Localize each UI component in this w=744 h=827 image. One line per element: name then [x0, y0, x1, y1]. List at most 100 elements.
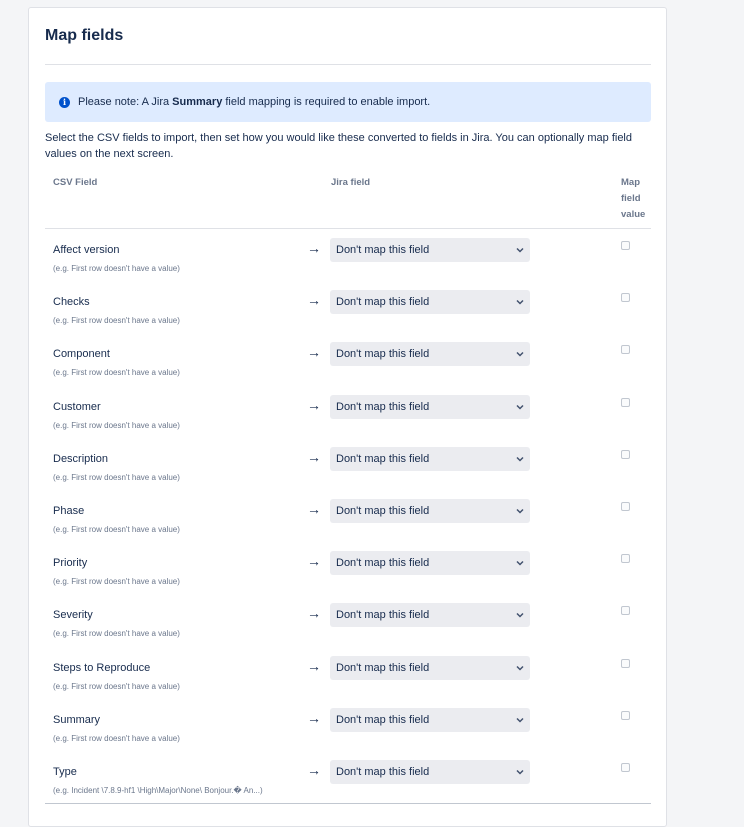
arrow-right-icon: →	[307, 396, 321, 413]
map-field-value-checkbox[interactable]	[621, 449, 630, 459]
mapping-row: Severity (e.g. First row doesn't have a v…	[45, 603, 651, 660]
map-field-value-checkbox[interactable]	[621, 241, 630, 250]
csv-field-name: Steps to Reproduce	[53, 661, 151, 674]
csv-field-example: (e.g. First row doesn't have a value)	[53, 577, 180, 587]
chevron-down-icon	[513, 400, 527, 414]
chevron-down-icon	[513, 452, 527, 466]
csv-field-name: Affect version	[53, 244, 120, 256]
map-field-value-checkbox[interactable]	[621, 345, 630, 355]
chevron-down-icon	[513, 661, 527, 675]
jira-field-select[interactable]: Don't map this field	[330, 655, 530, 680]
map-field-value-checkbox[interactable]	[621, 397, 630, 407]
arrow-right-icon: →	[307, 605, 321, 622]
map-field-value-checkbox[interactable]	[621, 763, 630, 772]
jira-field-select[interactable]: Don't map this field	[330, 499, 530, 523]
mapping-row: Description (e.g. First row doesn't have …	[45, 446, 651, 504]
jira-field-select-value: Don't map this field	[336, 713, 430, 726]
jira-field-select-value: Don't map this field	[336, 400, 430, 413]
csv-field-example: (e.g. Incident \7.8.9-hf1 \High\Major\No…	[53, 786, 263, 795]
chevron-down-icon	[513, 295, 527, 309]
arrow-right-icon: →	[307, 657, 321, 674]
column-header-jira-field: Jira field	[331, 177, 371, 188]
mapping-row: Component (e.g. First row doesn't have a …	[45, 342, 651, 399]
jira-field-select-value: Don't map this field	[336, 766, 430, 778]
arrow-right-icon: →	[307, 292, 321, 309]
map-fields-panel: Map fields i Please note: A Jira Summary…	[28, 7, 667, 827]
jira-field-select[interactable]: Don't map this field	[330, 394, 530, 419]
map-field-value-checkbox[interactable]	[621, 710, 630, 720]
csv-field-example: (e.g. First row doesn't have a value)	[53, 733, 180, 743]
jira-field-select-value: Don't map this field	[336, 348, 430, 361]
csv-field-name: Description	[53, 452, 109, 465]
arrow-right-icon: →	[307, 501, 321, 517]
arrow-right-icon: →	[307, 762, 321, 778]
map-field-value-checkbox[interactable]	[621, 293, 630, 303]
header-divider	[45, 228, 651, 229]
arrow-right-icon: →	[307, 344, 321, 361]
jira-field-select-value: Don't map this field	[336, 296, 430, 309]
jira-field-select-value: Don't map this field	[336, 244, 430, 256]
mapping-row: Phase (e.g. First row doesn't have a valu…	[45, 499, 651, 556]
arrow-right-icon: →	[307, 709, 321, 726]
csv-field-example: (e.g. First row doesn't have a value)	[53, 629, 180, 639]
mapping-row: Type (e.g. Incident \7.8.9-hf1 \High\Majo…	[45, 760, 651, 817]
column-header-map-field-value: Map field value	[621, 177, 646, 220]
notice-bold: Summary	[172, 96, 223, 108]
map-field-value-checkbox[interactable]	[621, 658, 630, 668]
chevron-down-icon	[513, 556, 527, 570]
chevron-down-icon	[513, 765, 527, 779]
mapping-row: Steps to Reproduce (e.g. First row doesn'…	[45, 655, 651, 713]
csv-field-example: (e.g. First row doesn't have a value)	[53, 472, 180, 482]
jira-field-select[interactable]: Don't map this field	[330, 760, 530, 784]
column-header-csv-field: CSV Field	[53, 177, 98, 188]
page-title: Map fields	[45, 27, 124, 44]
csv-field-name: Summary	[53, 713, 101, 726]
csv-field-name: Severity	[53, 609, 93, 622]
csv-field-name: Checks	[53, 296, 90, 309]
csv-field-example: (e.g. First row doesn't have a value)	[53, 316, 180, 326]
jira-field-select-value: Don't map this field	[336, 609, 430, 622]
csv-field-example: (e.g. First row doesn't have a value)	[53, 264, 180, 273]
title-divider	[45, 64, 651, 65]
jira-field-select-value: Don't map this field	[336, 452, 430, 465]
chevron-down-icon	[513, 243, 527, 257]
mapping-row: Summary (e.g. First row doesn't have a va…	[45, 707, 651, 765]
csv-field-example: (e.g. First row doesn't have a value)	[53, 368, 180, 378]
chevron-down-icon	[513, 347, 527, 361]
arrow-right-icon: →	[307, 240, 321, 256]
arrow-right-icon: →	[307, 553, 321, 570]
jira-field-select-value: Don't map this field	[336, 505, 430, 517]
info-icon: i	[59, 96, 70, 108]
intro-text: Select the CSV fields to import, then se…	[45, 132, 632, 160]
csv-field-name: Component	[53, 348, 110, 361]
mapping-row: Checks (e.g. First row doesn't have a val…	[45, 290, 651, 347]
csv-field-example: (e.g. First row doesn't have a value)	[53, 681, 180, 691]
csv-field-example: (e.g. First row doesn't have a value)	[53, 525, 180, 534]
jira-field-select[interactable]: Don't map this field	[330, 446, 530, 471]
map-field-value-checkbox[interactable]	[621, 606, 630, 616]
chevron-down-icon	[513, 608, 527, 622]
csv-field-example: (e.g. First row doesn't have a value)	[53, 420, 180, 430]
map-field-value-checkbox[interactable]	[621, 502, 630, 511]
jira-field-select[interactable]: Don't map this field	[330, 551, 530, 576]
jira-field-select[interactable]: Don't map this field	[330, 707, 530, 732]
map-field-value-checkbox[interactable]	[621, 554, 630, 564]
mapping-row: Customer (e.g. First row doesn't have a v…	[45, 394, 651, 452]
csv-field-name: Type	[53, 766, 77, 778]
jira-field-select-value: Don't map this field	[336, 661, 430, 674]
csv-field-name: Customer	[53, 400, 101, 413]
csv-field-name: Phase	[53, 505, 85, 517]
notice-text: Please note: A Jira Summary field mappin…	[78, 96, 431, 108]
jira-field-select-value: Don't map this field	[336, 557, 430, 570]
jira-field-select[interactable]: Don't map this field	[330, 342, 530, 367]
footer-divider	[45, 803, 651, 804]
jira-field-select[interactable]: Don't map this field	[330, 603, 530, 628]
chevron-down-icon	[513, 713, 527, 727]
csv-field-name: Priority	[53, 557, 88, 570]
arrow-right-icon: →	[307, 448, 321, 465]
jira-field-select[interactable]: Don't map this field	[330, 290, 530, 315]
jira-field-select[interactable]: Don't map this field	[330, 238, 530, 262]
mapping-row: Affect version (e.g. First row doesn't ha…	[45, 238, 651, 295]
mapping-row: Priority (e.g. First row doesn't have a v…	[45, 551, 651, 608]
info-notice: i Please note: A Jira Summary field mapp…	[45, 82, 651, 122]
